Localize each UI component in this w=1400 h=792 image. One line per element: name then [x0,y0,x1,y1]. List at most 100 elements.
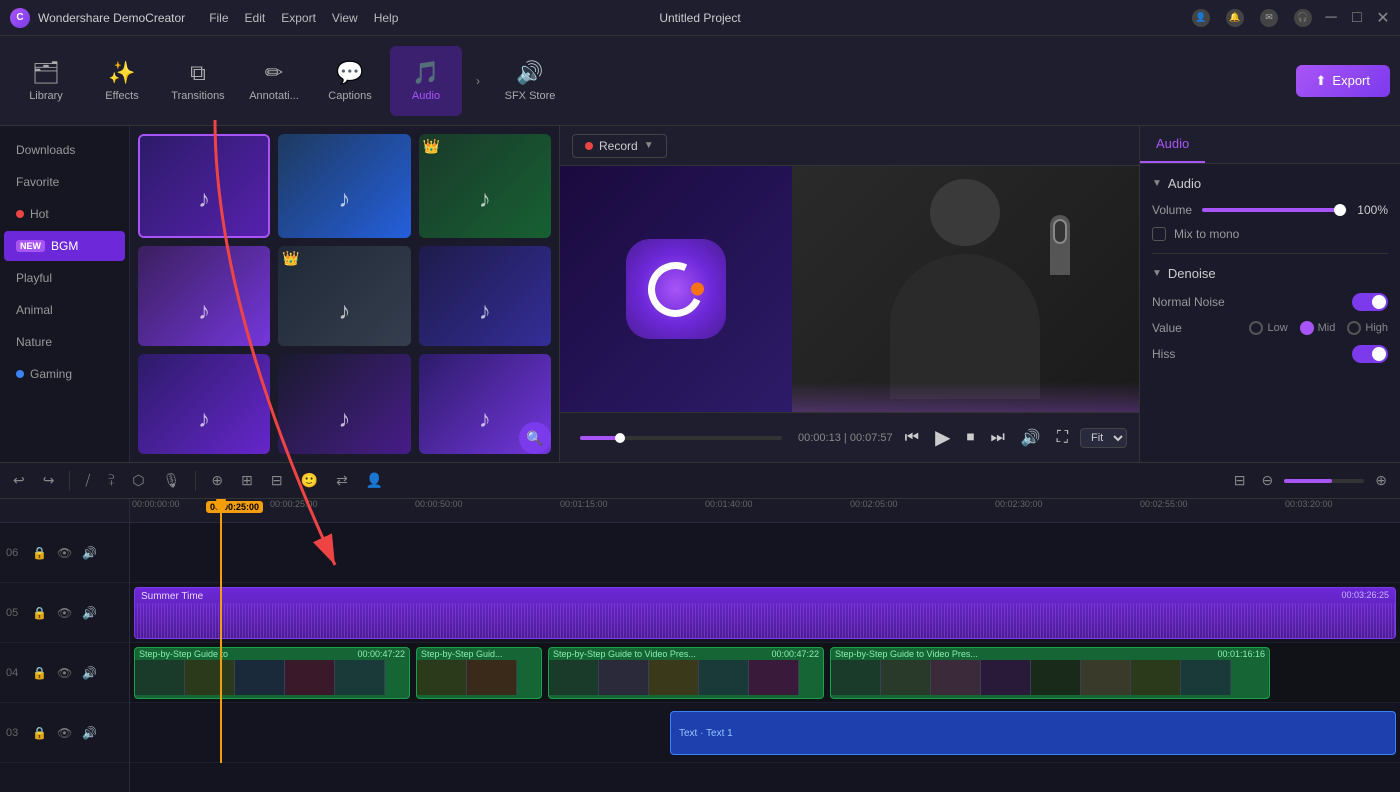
menu-export[interactable]: Export [281,11,316,25]
denoise-section-header[interactable]: ▼ Denoise [1152,266,1388,281]
music-card-8[interactable]: ♪ Little Maps [278,354,410,454]
tab-audio[interactable]: Audio [1140,126,1205,163]
normal-noise-toggle[interactable] [1352,293,1388,311]
progress-bar[interactable] [580,436,782,440]
music-card-5[interactable]: 👑 ♪ Above a Cloud [278,246,410,346]
radio-low[interactable]: Low [1249,321,1287,335]
user-icon[interactable]: 👤 [1192,9,1210,27]
menu-edit[interactable]: Edit [245,11,266,25]
undo-button[interactable]: ↩ [8,469,30,492]
toolbar-audio[interactable]: 🎵 Audio [390,46,462,116]
video-clip-2[interactable]: Step-by-Step Guid... [416,647,542,699]
mail-icon[interactable]: ✉ [1260,9,1278,27]
cat-downloads[interactable]: Downloads [4,135,125,165]
fullscreen-button[interactable]: ⛶ [1053,425,1072,451]
music-card-7[interactable]: ♪ Introduction Of Sh... [138,354,270,454]
radio-mid[interactable]: Mid [1300,321,1336,335]
minimize-button[interactable]: ─ [1324,11,1338,25]
export-button[interactable]: ⬆ Export [1296,65,1390,97]
audio-button[interactable]: 🎙 [158,469,186,492]
zoom-fit-button[interactable]: ⊟ [1229,469,1251,492]
track-audio-04[interactable]: 🔊 [80,664,99,682]
menu-file[interactable]: File [209,11,228,25]
music-card-1[interactable]: ♪ Summer Time [138,134,270,238]
radio-mid-dot[interactable] [1300,321,1314,335]
search-button[interactable]: 🔍 [519,422,551,454]
track-eye-06[interactable]: 👁 [55,544,74,562]
video-clip-1[interactable]: Step-by-Step Guide to 00:00:47:22 [134,647,410,699]
menu-view[interactable]: View [332,11,358,25]
track-lock-06[interactable]: 🔒 [30,544,49,562]
toolbar-transitions[interactable]: ⧉ Transitions [162,46,234,116]
toolbar-effects[interactable]: ✨ Effects [86,46,158,116]
skip-back-button[interactable]: ⏮ [901,425,923,451]
track-lock-04[interactable]: 🔒 [30,664,49,682]
notification-icon[interactable]: 🔔 [1226,9,1244,27]
cat-animal[interactable]: Animal [4,295,125,325]
cat-hot[interactable]: Hot [4,199,125,229]
audio-clip-summer-time[interactable]: Summer Time 00:03:26:25 [134,587,1396,639]
redo-button[interactable]: ↪ [38,469,60,492]
crown-icon-3: 👑 [423,138,440,155]
track-audio-06[interactable]: 🔊 [80,544,99,562]
menu-help[interactable]: Help [374,11,399,25]
track-audio-03[interactable]: 🔊 [80,724,99,742]
tl-extra3[interactable]: ⇄ [331,469,353,492]
track-eye-05[interactable]: 👁 [55,604,74,622]
tl-extra1[interactable]: ⊞ [236,469,258,492]
record-button[interactable]: Record ▼ [572,134,667,158]
hiss-toggle[interactable] [1352,345,1388,363]
track-eye-03[interactable]: 👁 [55,724,74,742]
toolbar-captions[interactable]: 💬 Captions [314,46,386,116]
track-lock-05[interactable]: 🔒 [30,604,49,622]
radio-high-dot[interactable] [1347,321,1361,335]
radio-high[interactable]: High [1347,321,1388,335]
music-card-4[interactable]: ♪ Walking on the Rai... [138,246,270,346]
music-card-3[interactable]: 👑 ♪ Begin Again [419,134,551,238]
skip-forward-button[interactable]: ⏭ [986,425,1008,451]
audio-section-header[interactable]: ▼ Audio [1152,176,1388,191]
video-clip-3[interactable]: Step-by-Step Guide to Video Pres... 00:0… [548,647,824,699]
maximize-button[interactable]: □ [1350,11,1364,25]
tl-emoji[interactable]: 🙂 [296,469,323,492]
stop-button[interactable]: ⏹ [962,425,978,451]
toolbar-sfxstore[interactable]: 🔊 SFX Store [494,46,566,116]
fit-select[interactable]: Fit [1080,428,1127,448]
radio-low-dot[interactable] [1249,321,1263,335]
tracks-area[interactable]: 00:00:00:00 00:00:25:00 00:00:50:00 00:0… [130,499,1400,792]
toolbar-annotations[interactable]: ✏ Annotati... [238,46,310,116]
track-audio-05[interactable]: 🔊 [80,604,99,622]
cat-gaming[interactable]: Gaming [4,359,125,389]
zoom-slider[interactable] [1284,479,1364,483]
tl-extra2[interactable]: ⊟ [266,469,288,492]
cat-favorite[interactable]: Favorite [4,167,125,197]
toolbar-more[interactable]: › [466,46,490,116]
close-button[interactable]: ✕ [1376,11,1390,25]
volume-thumb[interactable] [1334,204,1346,216]
volume-button[interactable]: 🔊 [1017,424,1045,452]
tl-person[interactable]: 👤 [361,469,388,492]
ripple-button[interactable]: ⫀ [103,469,119,492]
cat-bgm[interactable]: NEW BGM [4,231,125,261]
track-lock-03[interactable]: 🔒 [30,724,49,742]
cat-playful[interactable]: Playful [4,263,125,293]
split-button[interactable]: ⧸ [80,469,95,492]
headset-icon[interactable]: 🎧 [1294,9,1312,27]
cat-nature[interactable]: Nature [4,327,125,357]
text-clip[interactable]: Text · Text 1 [670,711,1396,755]
zoom-add-button[interactable]: ⊕ [1370,469,1392,492]
video-clip-3-duration: 00:00:47:22 [771,649,819,659]
toolbar-library[interactable]: 🗂 Library [10,46,82,116]
video-clip-4[interactable]: Step-by-Step Guide to Video Pres... 00:0… [830,647,1270,699]
zoom-in-tl[interactable]: ⊕ [206,469,228,492]
music-card-6[interactable]: ♪ A Story [419,246,551,346]
track-eye-04[interactable]: 👁 [55,664,74,682]
zoom-out-button[interactable]: ⊖ [1257,469,1279,492]
mix-to-mono-checkbox[interactable] [1152,227,1166,241]
volume-slider[interactable] [1202,208,1347,212]
track-row-06 [130,523,1400,583]
music-card-2[interactable]: ♪ Warm The Heart-Al... [278,134,410,238]
play-button[interactable]: ▶ [931,421,954,454]
mask-button[interactable]: ⬡ [127,469,149,492]
normal-noise-label: Normal Noise [1152,295,1225,309]
